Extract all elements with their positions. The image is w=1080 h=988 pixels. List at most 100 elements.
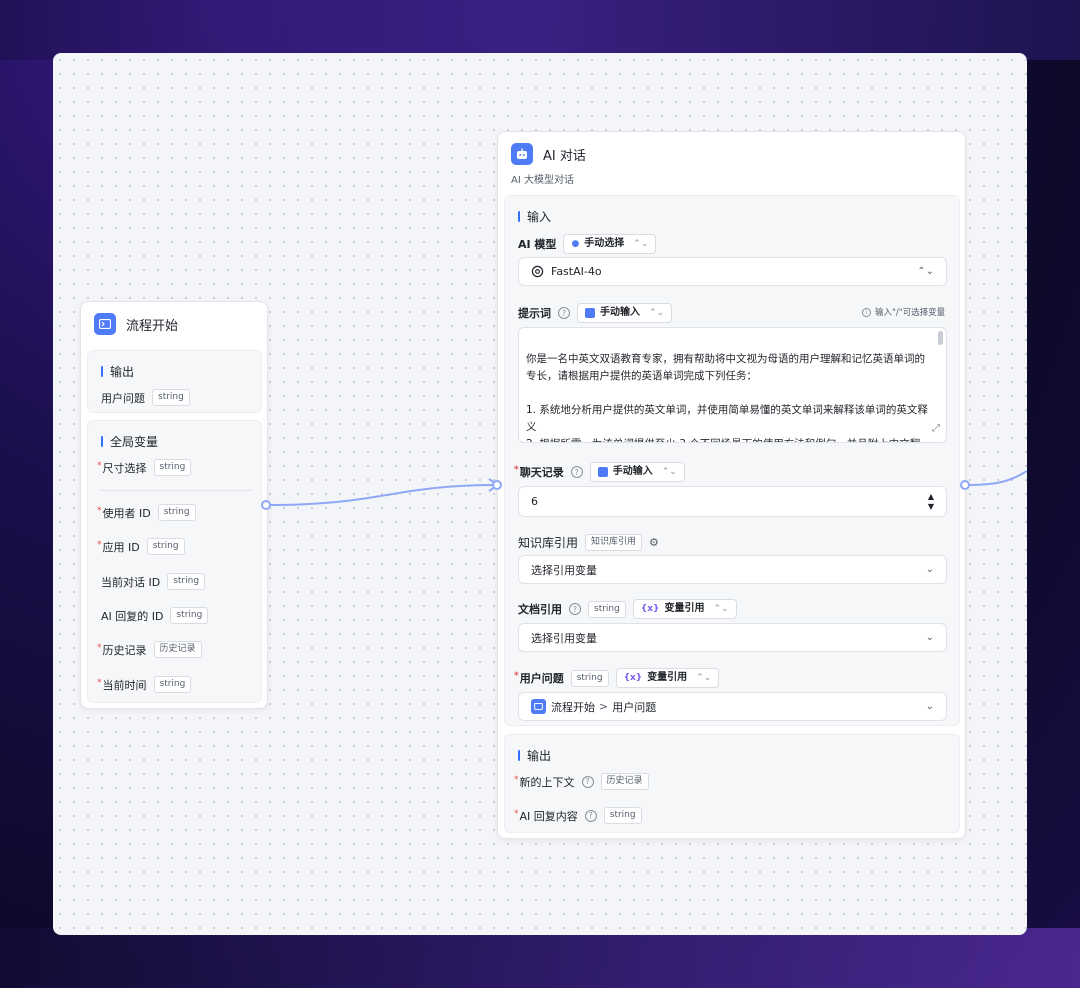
prompt-textarea[interactable]: 你是一名中英文双语教育专家，拥有帮助将中文视为母语的用户理解和记忆英语单词的专长…: [518, 327, 947, 443]
kb-label: 知识库引用: [518, 536, 579, 550]
type-tag: string: [588, 600, 626, 618]
global-var-item: 当前对话 ID string: [101, 573, 206, 590]
prompt-row: 提示词 ? 手动输入 ⌃⌄: [518, 303, 673, 323]
history-number-input[interactable]: 6 ▲ ▼: [518, 486, 947, 517]
required-mark: *: [514, 465, 519, 475]
stepper-up-icon[interactable]: ▲: [928, 492, 934, 502]
model-select[interactable]: FastAI-4o ⌃⌄: [518, 257, 947, 286]
start-output-item: 用户问题 string: [101, 389, 190, 406]
stepper-down-icon[interactable]: ▼: [928, 502, 934, 512]
help-icon[interactable]: ?: [584, 809, 597, 822]
start-icon: [531, 699, 546, 714]
type-tag: 历史记录: [153, 641, 202, 658]
ai-output-item: *新的上下文 ? 历史记录: [514, 773, 649, 790]
kb-select[interactable]: 选择引用变量 ⌄: [518, 555, 947, 584]
start-node-title: 流程开始: [126, 318, 179, 334]
chevron-down-icon: ⌄: [925, 564, 934, 575]
global-var-item: *使用者 ID string: [97, 504, 196, 521]
global-vars-section: 全局变量 *尺寸选择 string *使用者 ID string *应用 ID …: [87, 420, 262, 703]
kb-placeholder: 选择引用变量: [531, 563, 597, 577]
global-var-label: 当前时间: [102, 678, 147, 692]
start-output-item-label: 用户问题: [101, 391, 145, 405]
type-tag: string: [570, 669, 609, 687]
doc-mode-select[interactable]: {x} 变量引用 ⌃⌄: [632, 599, 737, 619]
help-icon[interactable]: ?: [558, 307, 570, 319]
global-var-label: 历史记录: [102, 643, 147, 657]
question-mode-select[interactable]: {x} 变量引用 ⌃⌄: [615, 668, 720, 688]
history-mode-label: 手动输入: [612, 466, 653, 477]
required-mark: *: [97, 460, 102, 471]
prompt-hint: i 输入"/"可选择变量: [862, 306, 945, 318]
type-tag: 历史记录: [600, 773, 649, 790]
model-mode-select[interactable]: ● 手动选择 ⌃⌄: [563, 234, 657, 254]
prompt-mode-select[interactable]: 手动输入 ⌃⌄: [577, 303, 673, 323]
required-mark: *: [97, 539, 102, 550]
ai-output-label: AI 回复内容: [519, 809, 578, 823]
model-label: AI 模型: [518, 238, 557, 251]
input-mini-icon: [597, 467, 608, 477]
type-tag: string: [170, 607, 209, 624]
global-var-label: 当前对话 ID: [101, 575, 161, 589]
prompt-text: 你是一名中英文双语教育专家，拥有帮助将中文视为母语的用户理解和记忆英语单词的专长…: [526, 353, 928, 442]
type-tag: string: [153, 676, 192, 693]
chevron-down-icon: ⌄: [925, 701, 934, 712]
ai-output-item: *AI 回复内容 ? string: [514, 807, 642, 824]
required-mark: *: [97, 642, 102, 653]
help-icon[interactable]: ?: [581, 775, 594, 788]
ai-input-title: 输入: [518, 208, 551, 225]
settings-gear-icon[interactable]: ⚙: [649, 536, 659, 549]
global-var-label: 使用者 ID: [102, 506, 151, 520]
type-tag: string: [167, 573, 206, 590]
question-reference-select[interactable]: 流程开始 > 用户问题 ⌄: [518, 692, 947, 721]
help-icon[interactable]: ?: [570, 466, 583, 478]
start-node[interactable]: 流程开始 输出 用户问题 string 全局变量 *尺寸选择 string *使…: [80, 301, 268, 709]
history-label: 聊天记录: [519, 466, 564, 479]
type-tag: string: [157, 504, 196, 521]
required-mark: *: [97, 505, 102, 516]
model-value: FastAI-4o: [551, 265, 602, 278]
required-mark: *: [97, 677, 102, 688]
ai-input-port[interactable]: [492, 480, 502, 490]
info-icon: i: [862, 307, 871, 317]
robot-icon: [511, 143, 533, 165]
required-mark: *: [514, 774, 519, 785]
chevron-updown-icon: ⌃⌄: [917, 266, 934, 277]
question-mode-label: 变量引用: [647, 672, 688, 683]
workflow-canvas[interactable]: 流程开始 输出 用户问题 string 全局变量 *尺寸选择 string *使…: [53, 53, 1027, 935]
chevron-right-icon: >: [599, 700, 609, 713]
global-divider: [100, 490, 252, 491]
question-row: *用户问题 string {x} 变量引用 ⌃⌄: [514, 668, 720, 688]
global-var-label: AI 回复的 ID: [101, 609, 164, 623]
background-glow-top: [0, 0, 1080, 60]
stepper-icon[interactable]: ▲ ▼: [928, 492, 934, 512]
edge-start-to-ai[interactable]: [266, 484, 498, 506]
question-source: 流程开始: [551, 700, 595, 714]
start-output-title: 输出: [101, 363, 134, 380]
prompt-label: 提示词: [518, 307, 551, 320]
chevron-updown-icon: ⌃⌄: [661, 467, 677, 477]
ai-output-port[interactable]: [960, 480, 970, 490]
global-var-label: 应用 ID: [102, 540, 140, 554]
scrollbar[interactable]: [938, 331, 943, 345]
doc-label: 文档引用: [518, 603, 562, 616]
question-label: 用户问题: [519, 672, 564, 685]
input-mini-icon: [585, 308, 595, 318]
global-var-item: *当前时间 string: [97, 676, 192, 693]
ai-node-title: AI 对话: [543, 148, 586, 164]
history-mode-select[interactable]: 手动输入 ⌃⌄: [589, 462, 685, 482]
global-var-label: 尺寸选择: [102, 461, 147, 475]
background-glow-bottom: [0, 928, 1080, 988]
chevron-updown-icon: ⌃⌄: [713, 604, 729, 614]
ai-output-title: 输出: [518, 747, 551, 764]
model-mode-label: 手动选择: [584, 238, 625, 249]
model-row: AI 模型 ● 手动选择 ⌃⌄: [518, 234, 657, 254]
required-mark: *: [514, 671, 519, 681]
expand-icon[interactable]: ⤢: [932, 420, 940, 437]
doc-select[interactable]: 选择引用变量 ⌄: [518, 623, 947, 652]
edge-ai-to-next[interactable]: [964, 470, 1027, 486]
robot-mini-icon: ●: [571, 239, 580, 249]
prompt-hint-text: 输入"/"可选择变量: [875, 308, 946, 318]
start-output-port[interactable]: [261, 500, 271, 510]
help-icon[interactable]: ?: [569, 603, 581, 615]
ai-chat-node[interactable]: AI 对话 AI 大模型对话 输入 AI 模型 ● 手动选择 ⌃⌄ FastAI…: [497, 131, 966, 839]
